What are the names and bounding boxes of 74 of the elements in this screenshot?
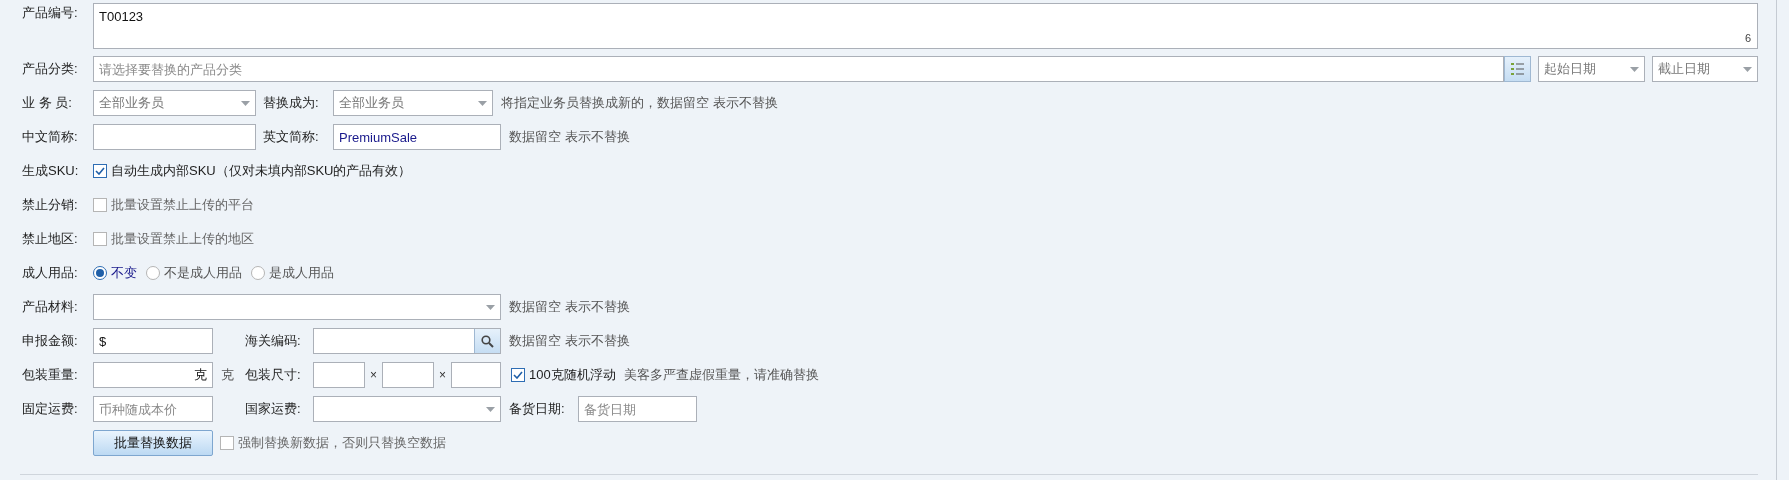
text-field[interactable]: PremiumSale [333,124,501,150]
radio-label: 是成人用品 [269,264,334,283]
checkbox-label: 自动生成内部SKU（仅对未填内部SKU的产品有效） [111,162,412,181]
checkbox-label: 批量设置禁止上传的平台 [111,196,254,215]
text-field[interactable] [382,362,434,388]
field-label: 固定运费: [22,400,79,419]
field-label: 生成SKU: [22,162,80,181]
text-field[interactable]: $ [93,328,213,354]
checkbox[interactable] [93,198,107,212]
times-sign: × [369,367,378,384]
hint-text: 将指定业务员替换成新的，数据留空 表示不替换 [501,94,778,113]
hint-text: 数据留空 表示不替换 [509,332,630,351]
field-label: 禁止地区: [22,230,79,249]
text-field[interactable] [451,362,501,388]
caret-icon [486,406,495,412]
field-label: 包装重量: [22,366,79,385]
radio-button[interactable] [93,266,107,280]
field-label: 英文简称: [263,128,320,147]
field-label: 业 务 员: [22,94,73,113]
radio-label: 不是成人用品 [164,264,242,283]
hint-text: 数据留空 表示不替换 [509,128,630,147]
field-label: 替换成为: [263,94,320,113]
text-field[interactable]: 备货日期 [578,396,697,422]
customs-code-field[interactable] [313,328,501,354]
field-label: 产品编号: [22,4,79,22]
hint-text: 美客多严查虚假重量，请准确替换 [623,366,819,385]
category-field[interactable]: 请选择要替换的产品分类 [93,56,1504,82]
category-list-button[interactable] [1504,56,1531,82]
checkbox[interactable] [220,436,234,450]
radio-button[interactable] [146,266,160,280]
product-code-field[interactable]: T00123 6 [93,3,1758,49]
text-field[interactable]: 币种随成本价 [93,396,213,422]
checkbox[interactable] [93,232,107,246]
hint-text: 数据留空 表示不替换 [509,298,630,317]
field-label: 禁止分销: [22,196,79,215]
dropdown[interactable]: 截止日期 [1652,56,1758,82]
field-label: 中文简称: [22,128,79,147]
radio-label: 不变 [111,264,137,283]
times-sign: × [438,367,447,384]
caret-icon [478,100,487,106]
character-count: 6 [1744,30,1751,46]
caret-icon [1630,66,1639,72]
check-icon [513,371,523,379]
dropdown[interactable]: 起始日期 [1538,56,1645,82]
dropdown[interactable]: 全部业务员 [93,90,256,116]
field-label: 成人用品: [22,264,79,283]
field-label: 产品分类: [22,60,79,79]
list-icon [1511,63,1524,75]
checkbox-label: 批量设置禁止上传的地区 [111,230,254,249]
caret-icon [241,100,250,106]
dropdown[interactable]: 全部业务员 [333,90,493,116]
checkbox-label: 100克随机浮动 [529,366,616,385]
dropdown[interactable] [93,294,501,320]
checkbox[interactable] [511,368,525,382]
field-label: 包装尺寸: [245,366,302,385]
dropdown[interactable] [313,396,501,422]
text-field[interactable] [313,362,365,388]
checkbox-label: 强制替换新数据，否则只替换空数据 [238,434,446,453]
checkbox[interactable] [93,164,107,178]
caret-icon [1743,66,1752,72]
field-label: 申报金额: [22,332,79,351]
radio-button[interactable] [251,266,265,280]
search-icon [481,334,494,348]
text-field[interactable]: 克 [93,362,213,388]
batch-replace-button[interactable]: 批量替换数据 [93,430,213,456]
field-label: 产品材料: [22,298,79,317]
unit-text: 克 [221,366,235,385]
field-label: 海关编码: [245,332,302,351]
search-button[interactable] [474,329,500,353]
field-label: 备货日期: [509,400,566,419]
field-label: 国家运费: [245,400,302,419]
caret-icon [486,304,495,310]
check-icon [95,167,105,175]
text-field[interactable] [93,124,256,150]
